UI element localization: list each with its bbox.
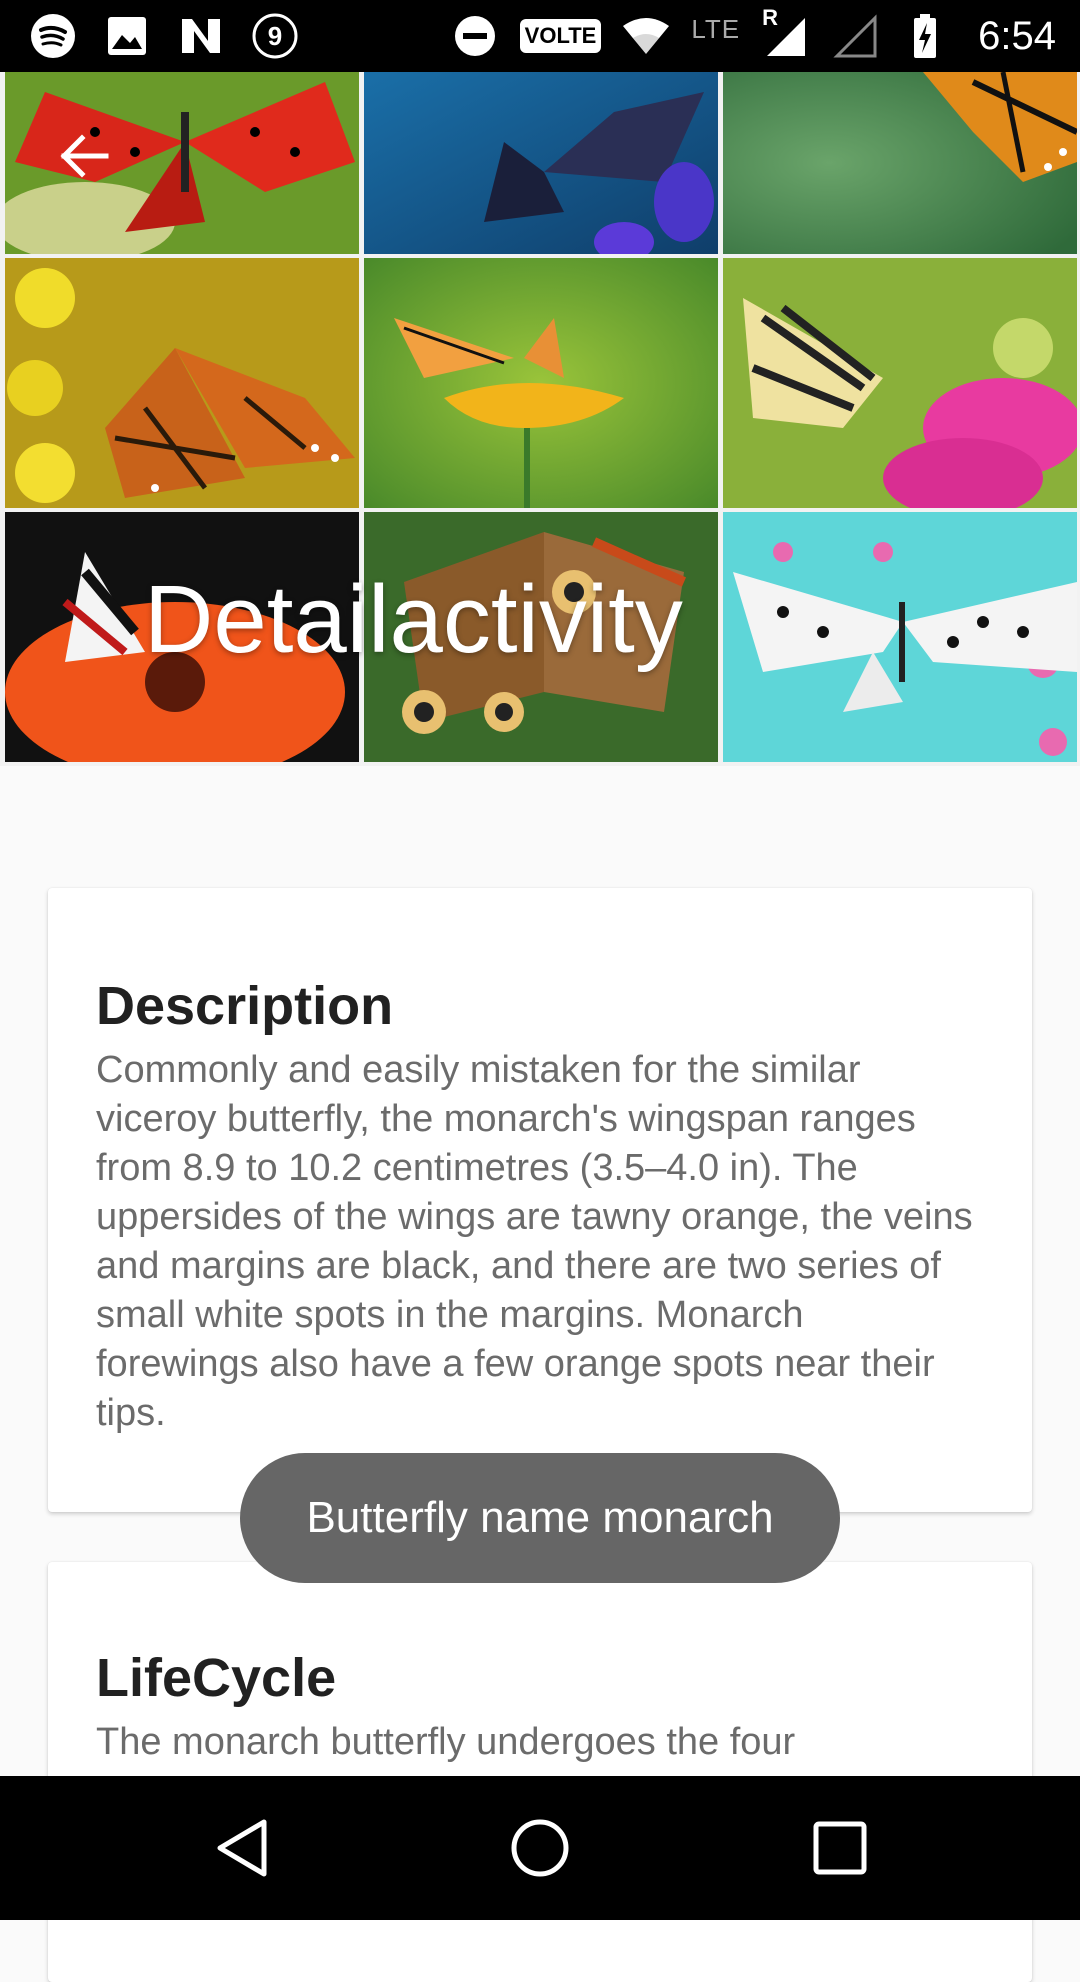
toast-message: Butterfly name monarch (240, 1453, 840, 1583)
spotify-icon (28, 11, 78, 61)
nav-back-button[interactable] (200, 1806, 284, 1890)
n-app-icon (176, 11, 226, 61)
butterfly-photo (364, 258, 718, 508)
butterfly-photo (723, 72, 1077, 254)
cell-signal-empty-icon (830, 11, 880, 61)
butterfly-photo (5, 258, 359, 508)
cell-signal-roaming-icon: R (760, 5, 810, 61)
lifecycle-body: The monarch butterfly undergoes the four (96, 1721, 796, 1763)
description-card: Description Commonly and easily mistaken… (48, 888, 1032, 1512)
notification-count: 9 (268, 21, 282, 51)
image-icon (102, 11, 152, 61)
header-collage: Detailactivity (0, 72, 1080, 766)
navigation-bar (0, 1776, 1080, 1920)
clock: 6:54 (978, 13, 1056, 58)
butterfly-photo (723, 512, 1077, 762)
back-button[interactable] (48, 120, 120, 192)
butterfly-photo (364, 72, 718, 254)
page-title: Detailactivity (144, 566, 683, 673)
description-body: Commonly and easily mistaken for the sim… (96, 1049, 973, 1434)
volte-badge: VOLTE (519, 19, 602, 53)
lte-label: LTE (691, 13, 741, 44)
nav-recents-button[interactable] (798, 1806, 882, 1890)
butterfly-photo (723, 258, 1077, 508)
status-bar: 9 VOLTE LTE R 6:54 (0, 0, 1080, 72)
do-not-disturb-icon (450, 11, 500, 61)
system-icons: VOLTE LTE R 6:54 (450, 5, 1056, 62)
roaming-label: R (762, 5, 779, 30)
nav-home-button[interactable] (498, 1806, 582, 1890)
home-circle-icon (511, 1819, 569, 1877)
notification-icons: 9 (28, 10, 300, 62)
notification-count-icon: 9 (250, 11, 300, 61)
arrow-left-icon (60, 134, 109, 178)
recents-square-icon (813, 1821, 867, 1875)
battery-charging-icon (900, 11, 950, 61)
lifecycle-title: LifeCycle (96, 1648, 337, 1708)
description-title: Description (96, 976, 394, 1036)
wifi-icon (621, 11, 671, 61)
back-triangle-icon (217, 1819, 267, 1877)
